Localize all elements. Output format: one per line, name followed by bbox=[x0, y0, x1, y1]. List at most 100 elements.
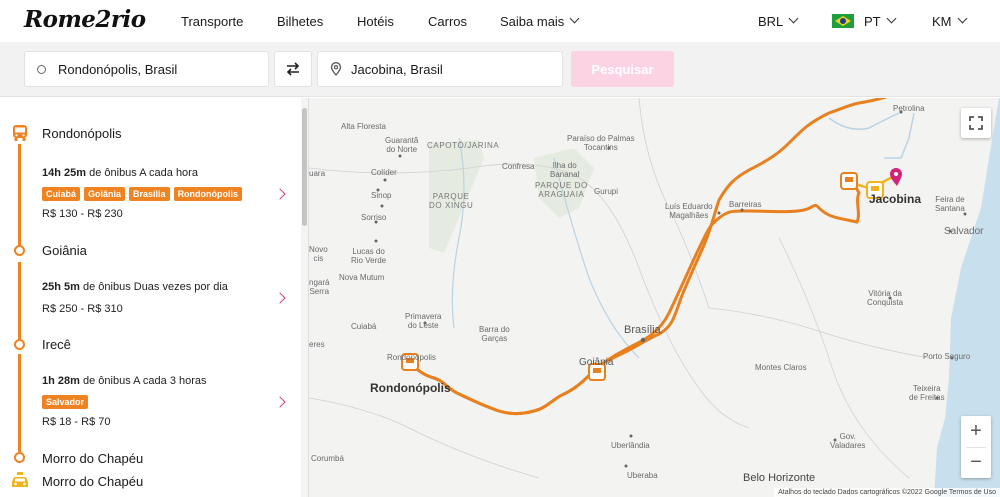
chevron-down-icon bbox=[788, 13, 799, 23]
tag: Cuiabá bbox=[42, 187, 81, 201]
stop-marker bbox=[14, 339, 25, 350]
map-label-city: Jacobina bbox=[869, 192, 922, 206]
segment-summary: 25h 5m de ônibus Duas vezes por dia bbox=[42, 281, 228, 293]
map-attribution[interactable]: Atalhos do teclado Dados cartográficos ©… bbox=[774, 488, 1000, 497]
map-label: Ilha do Bananal bbox=[550, 161, 580, 179]
chevron-down-icon bbox=[957, 13, 967, 23]
map-label: Sinop bbox=[371, 191, 392, 200]
map-label: Uberlândia bbox=[611, 441, 650, 450]
map-label-city: Rondonópolis bbox=[370, 381, 451, 395]
map-label: Barra do Garças bbox=[479, 325, 510, 343]
chevron-down-icon bbox=[569, 13, 580, 23]
stop-label[interactable]: Irecê bbox=[42, 337, 71, 352]
origin-circle-icon bbox=[37, 64, 46, 74]
map-label: Teixeira de Freitas bbox=[909, 384, 945, 402]
origin-value: Rondonópolis, Brasil bbox=[58, 61, 178, 77]
map-label: Colíder bbox=[371, 168, 397, 177]
map-label: Feira de Santana bbox=[935, 195, 965, 213]
map-label: Porto Seguro bbox=[923, 352, 971, 361]
destination-input[interactable]: Jacobina, Brasil bbox=[317, 51, 563, 87]
map-label: Primavera do Leste bbox=[405, 312, 442, 330]
nav-carros[interactable]: Carros bbox=[428, 0, 467, 42]
map-label: Luís Eduardo Magalhães bbox=[665, 202, 713, 220]
zoom-control: + − bbox=[961, 416, 991, 478]
map-label: eres bbox=[309, 340, 325, 349]
route-rail bbox=[18, 354, 21, 452]
map-label: Goiânia bbox=[579, 357, 614, 368]
map-label: Petrolina bbox=[893, 104, 925, 113]
map-label: Paraíso do Palmas Tocantins bbox=[567, 134, 635, 152]
chevron-down-icon bbox=[886, 13, 897, 23]
map-label: PARQUE DO XINGU bbox=[429, 192, 474, 210]
swap-icon bbox=[286, 62, 300, 76]
location-pin-icon bbox=[330, 62, 342, 76]
bus-icon bbox=[13, 125, 27, 141]
map-label: Montes Claros bbox=[755, 363, 807, 372]
chevron-right-icon[interactable] bbox=[274, 292, 286, 304]
map-label: CAPOTÓ/JARINA bbox=[427, 141, 500, 150]
segment-summary: 14h 25m de ônibus A cada hora bbox=[42, 167, 198, 179]
map-label: Cuiabá bbox=[351, 322, 377, 331]
map-label: Gurupi bbox=[594, 187, 619, 196]
nav-saiba-mais[interactable]: Saiba mais bbox=[500, 0, 580, 42]
taxi-icon bbox=[12, 472, 28, 487]
language-select[interactable]: PT bbox=[832, 0, 897, 42]
segment-price: R$ 130 - R$ 230 bbox=[42, 208, 123, 220]
segment-price: R$ 18 - R$ 70 bbox=[42, 416, 111, 428]
swap-button[interactable] bbox=[274, 51, 312, 87]
stop-label[interactable]: Morro do Chapéu bbox=[42, 451, 143, 466]
destination-value: Jacobina, Brasil bbox=[351, 61, 443, 77]
segment-tags: Cuiabá Goiânia Brasília Rondonópolis bbox=[42, 187, 243, 201]
stop-marker bbox=[14, 452, 25, 463]
chevron-right-icon[interactable] bbox=[274, 188, 286, 200]
tag: Salvador bbox=[42, 395, 89, 409]
map-label: Barreiras bbox=[729, 200, 762, 209]
nav-hoteis[interactable]: Hotéis bbox=[357, 0, 394, 42]
map-label: Vitória da Conquista bbox=[867, 289, 904, 307]
map-label: PARQUE DO ARAGUAIA bbox=[535, 181, 588, 199]
logo[interactable]: Rome2rio bbox=[24, 6, 146, 33]
map-label: Nova Mutum bbox=[339, 273, 385, 282]
nav-transporte[interactable]: Transporte bbox=[181, 0, 243, 42]
zoom-out-button[interactable]: − bbox=[961, 447, 991, 478]
tag: Goiânia bbox=[84, 187, 126, 201]
map-label: Guarantã do Norte bbox=[385, 136, 419, 154]
route-map[interactable]: Petrolina Alta Floresta Guarantã do Nort… bbox=[309, 98, 1000, 497]
map-label: Rondonópolis bbox=[387, 353, 436, 362]
route-rail bbox=[18, 144, 21, 252]
chevron-right-icon[interactable] bbox=[274, 396, 286, 408]
map-label: Gov. Valadares bbox=[830, 432, 866, 450]
map-label: Brasília bbox=[624, 324, 661, 336]
map-label: Novo cis bbox=[309, 245, 328, 263]
zoom-in-button[interactable]: + bbox=[961, 416, 991, 447]
map-label: Belo Horizonte bbox=[743, 472, 816, 484]
segment-summary: 1h 28m de ônibus A cada 3 horas bbox=[42, 375, 207, 387]
stop-label[interactable]: Goiânia bbox=[42, 243, 87, 258]
scrollbar-thumb[interactable] bbox=[302, 108, 307, 226]
brazil-flag-icon bbox=[832, 14, 854, 28]
tag: Brasília bbox=[129, 187, 170, 201]
map-label: Salvador bbox=[944, 226, 984, 237]
tag: Rondonópolis bbox=[173, 187, 243, 201]
map-label: uara bbox=[309, 169, 326, 178]
fullscreen-button[interactable] bbox=[961, 108, 991, 138]
segment-tags: Salvador bbox=[42, 395, 89, 409]
map-label: Confresa bbox=[502, 162, 535, 171]
map-label: Corumbá bbox=[311, 454, 344, 463]
nav-bilhetes[interactable]: Bilhetes bbox=[277, 0, 323, 42]
route-rail bbox=[18, 262, 21, 344]
currency-select[interactable]: BRL bbox=[758, 0, 799, 42]
map-label: Lucas do Rio Verde bbox=[351, 247, 387, 265]
segment-price: R$ 250 - R$ 310 bbox=[42, 303, 123, 315]
map-label: Sorriso bbox=[361, 213, 387, 222]
search-bar: Rondonópolis, Brasil Jacobina, Brasil Pe… bbox=[0, 42, 1000, 97]
stop-label[interactable]: Rondonópolis bbox=[42, 126, 122, 141]
map-label: Alta Floresta bbox=[341, 122, 386, 131]
map-label: Uberaba bbox=[627, 471, 658, 480]
map-label: ngará Serra bbox=[309, 278, 330, 296]
origin-input[interactable]: Rondonópolis, Brasil bbox=[24, 51, 269, 87]
units-select[interactable]: KM bbox=[932, 0, 967, 42]
stop-marker bbox=[14, 245, 25, 256]
search-button[interactable]: Pesquisar bbox=[571, 51, 674, 87]
stop-label[interactable]: Morro do Chapéu bbox=[42, 474, 143, 489]
